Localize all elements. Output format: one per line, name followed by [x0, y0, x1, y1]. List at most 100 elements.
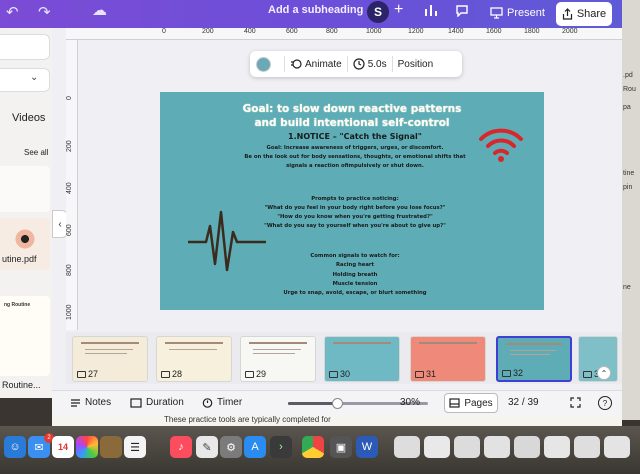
settings-icon[interactable]: ⚙ — [220, 436, 242, 458]
page-thumbnail[interactable]: 28 — [156, 336, 232, 382]
ruler-tick: 400 — [244, 28, 256, 35]
thumb-line — [169, 349, 217, 350]
pages-button[interactable]: Pages — [444, 393, 498, 413]
avatar[interactable]: S — [367, 1, 389, 23]
page-number: 29 — [245, 369, 266, 379]
page-thumbnail[interactable]: 27 — [72, 336, 148, 382]
share-button[interactable]: Share — [556, 2, 612, 26]
ruler-tick: 1600 — [486, 28, 502, 35]
minimized-window-icon[interactable] — [574, 436, 600, 458]
minimized-window-icon[interactable] — [484, 436, 510, 458]
undo-icon[interactable]: ↶ — [6, 3, 19, 21]
page-thumbnail-active[interactable]: 32 — [496, 336, 572, 382]
document-subheading[interactable]: Add a subheading — [268, 4, 363, 16]
minimized-window-icon[interactable] — [604, 436, 630, 458]
position-label: Position — [397, 58, 434, 70]
share-label: Share — [576, 8, 607, 20]
duration-icon — [130, 397, 142, 408]
thumb-line — [510, 354, 550, 355]
heartbeat-pulse-icon[interactable] — [188, 204, 266, 274]
goal-paragraph[interactable]: Goal: Increase awareness of triggers, ur… — [220, 144, 490, 171]
duration-button[interactable]: Duration — [130, 397, 184, 408]
animate-button[interactable]: Animate — [290, 58, 342, 70]
preview-icon[interactable]: ▣ — [330, 436, 352, 458]
editor-top-toolbar: ↶ ↷ ☁ Add a subheading S + Present Share — [0, 0, 640, 28]
finder-icon[interactable]: ☺ — [4, 436, 26, 458]
present-icon — [490, 7, 503, 19]
redo-icon[interactable]: ↷ — [38, 3, 51, 21]
chevron-down-icon: ⌄ — [30, 72, 39, 83]
goal-line-2: and build intentional self-control — [254, 117, 450, 129]
see-all-link[interactable]: See all — [24, 148, 48, 157]
background-color-swatch[interactable] — [256, 56, 271, 72]
page-counter: 32 / 39 — [508, 397, 539, 408]
comment-icon[interactable] — [455, 3, 469, 20]
help-button[interactable]: ? — [598, 396, 612, 410]
photos-icon[interactable] — [76, 436, 98, 458]
minimized-window-icon[interactable] — [424, 436, 450, 458]
thumb-line — [85, 349, 133, 350]
uploads-side-panel: ⌄ Videos See all utine.pdf ng Routine Ro… — [0, 28, 52, 398]
timer-icon — [202, 398, 213, 408]
page-number: 27 — [77, 369, 98, 379]
ruler-tick: 1800 — [524, 28, 540, 35]
zoom-slider-handle[interactable] — [332, 398, 343, 409]
page-thumbnail[interactable]: 31 — [410, 336, 486, 382]
ruler-tick: 2000 — [562, 28, 578, 35]
ruler-tick: 0 — [162, 28, 166, 35]
minimized-window-icon[interactable] — [544, 436, 570, 458]
position-button[interactable]: Position — [398, 59, 434, 70]
page-number: 30 — [329, 369, 350, 379]
page-thumbnail[interactable]: 29 — [240, 336, 316, 382]
terminal-icon[interactable]: › — [270, 436, 292, 458]
wifi-signal-icon[interactable] — [478, 124, 524, 164]
minimized-window-icon[interactable] — [394, 436, 420, 458]
zoom-value[interactable]: 30% — [400, 397, 420, 408]
search-box[interactable] — [0, 34, 50, 60]
filmstrip-scroll-up-icon[interactable]: ⌃ — [597, 366, 611, 380]
slide-goal-heading[interactable]: Goal: to slow down reactive patterns and… — [220, 102, 484, 130]
thumb-heading — [333, 342, 391, 344]
mail-icon[interactable]: ✉ 2 — [28, 433, 54, 458]
notes-button[interactable]: Notes — [70, 397, 111, 408]
minimized-window-icon[interactable] — [454, 436, 480, 458]
thumb-line — [253, 353, 295, 354]
chrome-icon[interactable] — [302, 436, 324, 458]
signal-item: Urge to snap, avoid, escape, or blurt so… — [283, 290, 427, 297]
upload-thumbnail-routine[interactable]: ng Routine — [0, 296, 50, 376]
flower-image — [14, 228, 36, 250]
notes-icon — [71, 398, 80, 407]
filter-dropdown[interactable]: ⌄ — [0, 68, 50, 92]
calendar-icon[interactable]: 14 — [52, 436, 74, 458]
cloud-save-icon[interactable]: ☁ — [92, 1, 107, 19]
minimized-window-icon[interactable] — [514, 436, 540, 458]
thumb-heading — [165, 342, 223, 344]
fullscreen-icon[interactable] — [570, 397, 581, 408]
background-document: These practice tools are typically compl… — [52, 415, 622, 426]
document-icon[interactable]: ☰ — [124, 436, 146, 458]
notice-title[interactable]: 1.NOTICE – "Catch the Signal" — [220, 132, 490, 141]
timer-button[interactable]: Timer — [202, 397, 242, 408]
ruler-tick: 0 — [66, 96, 73, 100]
add-collaborator-icon[interactable]: + — [394, 1, 403, 19]
page-thumbnail[interactable]: 30 — [324, 336, 400, 382]
background-text: pin — [623, 184, 633, 191]
music-icon[interactable]: ♪ — [170, 436, 192, 458]
upload-thumbnail[interactable] — [0, 166, 50, 212]
duration-button[interactable]: 5.0s — [353, 58, 387, 70]
notes-app-icon[interactable] — [100, 436, 122, 458]
current-slide[interactable]: Goal: to slow down reactive patterns and… — [160, 92, 544, 310]
appstore-icon[interactable]: A — [244, 436, 266, 458]
pencil-icon[interactable]: ✎ — [196, 436, 218, 458]
ruler-tick: 400 — [66, 182, 73, 194]
upload-file-name: Routine... — [2, 380, 41, 390]
present-button[interactable]: Present — [484, 3, 551, 23]
divider — [284, 56, 285, 72]
background-text: Rou — [623, 86, 636, 93]
word-icon[interactable]: W — [356, 436, 378, 458]
thumbnail-caption: ng Routine — [4, 302, 31, 308]
thumb-line — [85, 353, 127, 354]
analytics-icon[interactable] — [424, 3, 438, 20]
timer-label: Timer — [217, 397, 243, 408]
animate-label: Animate — [305, 58, 342, 70]
